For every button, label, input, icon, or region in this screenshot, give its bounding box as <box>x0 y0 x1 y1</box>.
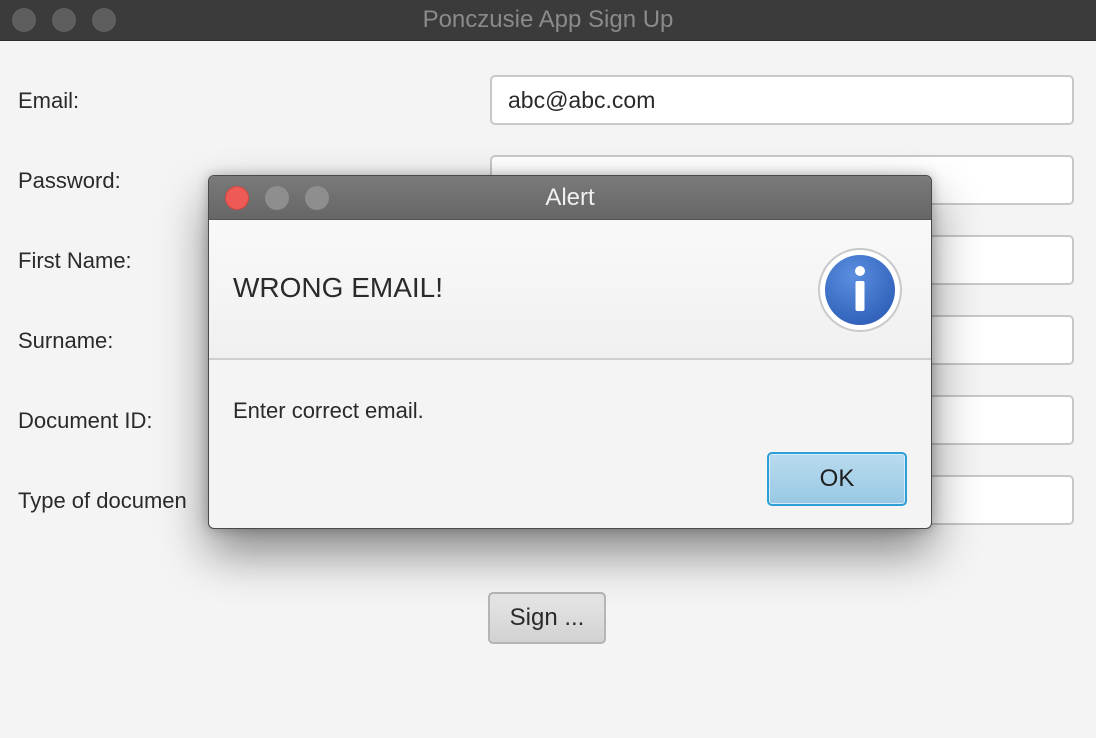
sign-button[interactable]: Sign ... <box>488 592 606 644</box>
alert-content-text: Enter correct email. <box>233 398 424 423</box>
document-id-label: Document ID: <box>18 408 153 433</box>
alert-dialog: Alert WRONG EMAIL! Enter correct email. … <box>208 175 932 529</box>
email-label: Email: <box>18 88 80 113</box>
email-field-value: abc@abc.com <box>508 87 656 113</box>
first-name-label: First Name: <box>18 248 132 273</box>
document-type-label: Type of documen <box>18 488 187 513</box>
signup-window: Ponczusie App Sign Up Email: Password: F… <box>0 0 1096 738</box>
window-title: Ponczusie App Sign Up <box>422 6 674 33</box>
ok-button[interactable]: OK <box>767 452 907 506</box>
alert-titlebar[interactable]: Alert <box>209 176 931 220</box>
password-label: Password: <box>18 168 121 193</box>
surname-label: Surname: <box>18 328 114 353</box>
alert-header-text: WRONG EMAIL! <box>233 272 444 303</box>
alert-title: Alert <box>545 184 595 211</box>
info-icon <box>818 248 902 332</box>
window-titlebar[interactable]: Ponczusie App Sign Up <box>0 0 1096 41</box>
email-field[interactable]: abc@abc.com <box>490 75 1074 125</box>
alert-header: WRONG EMAIL! <box>209 220 931 360</box>
